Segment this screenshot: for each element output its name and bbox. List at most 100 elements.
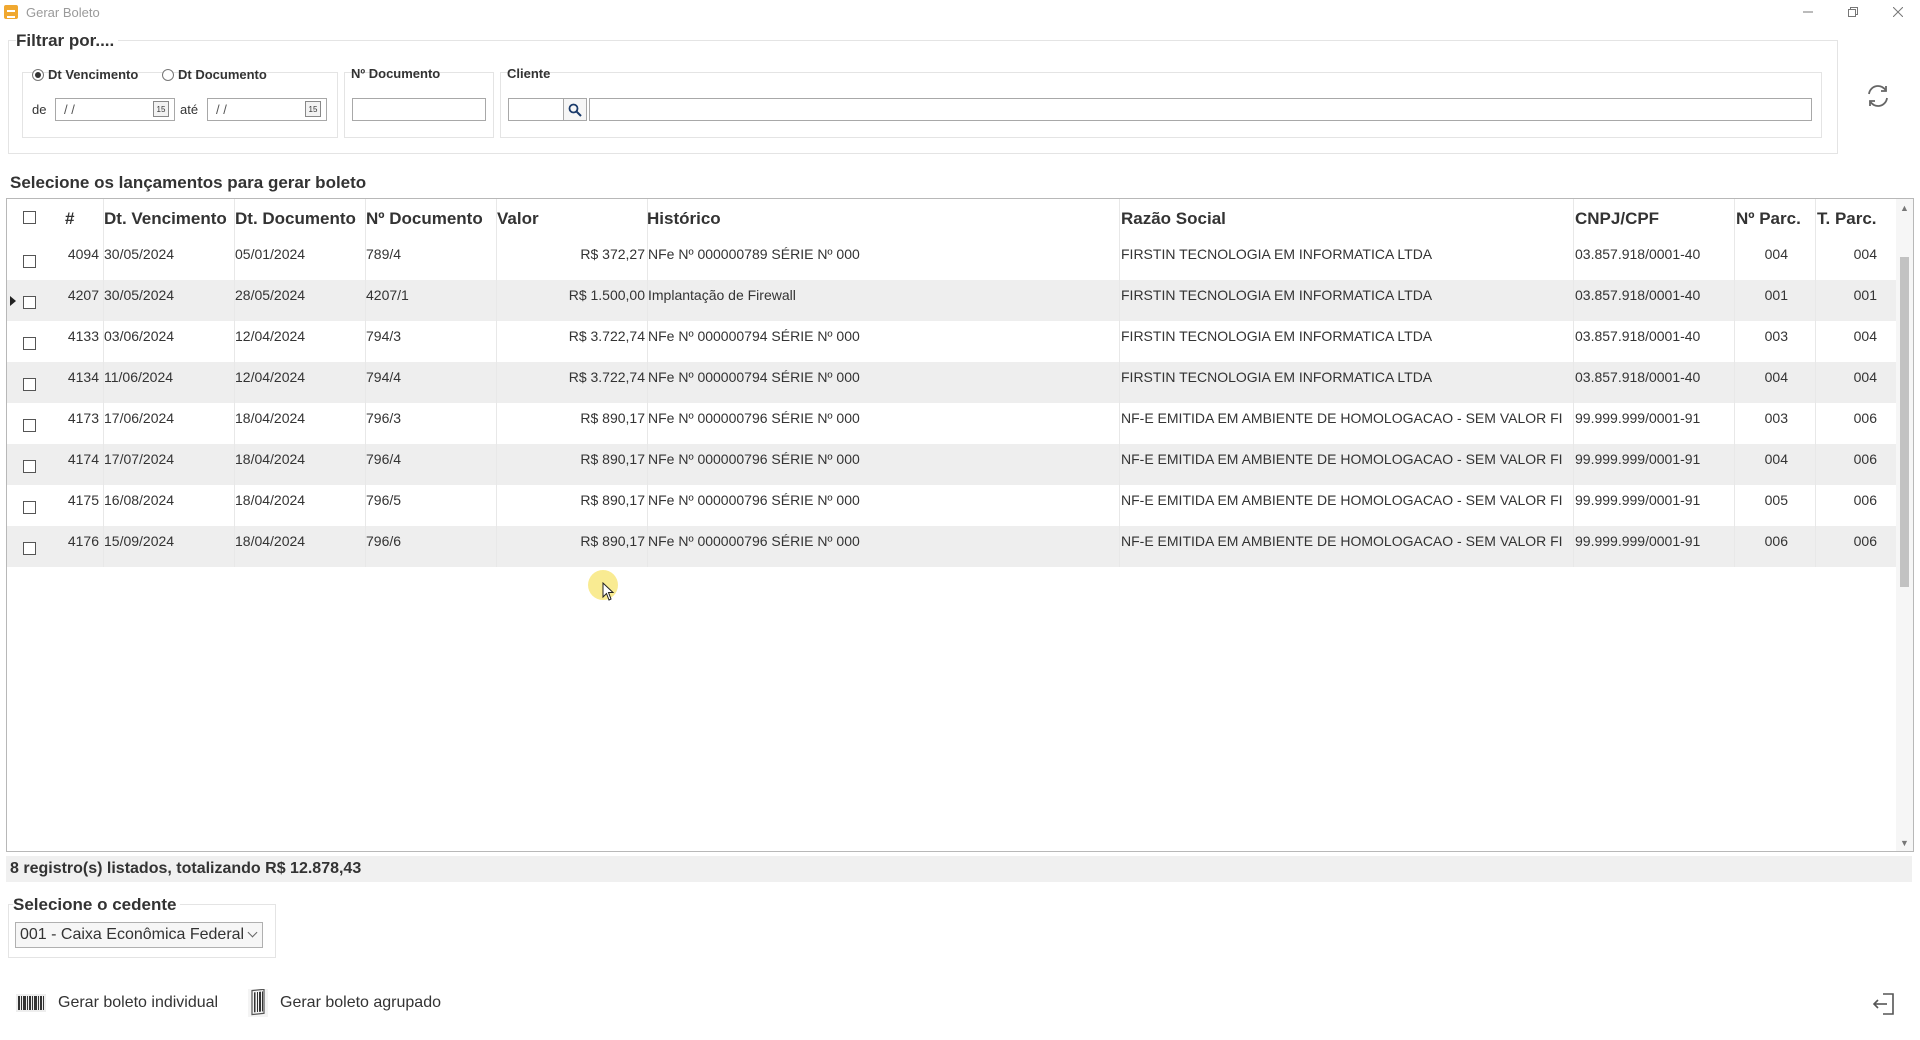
client-name-input[interactable]: [589, 98, 1812, 121]
cell-total-parcelas: 004: [1853, 246, 1877, 262]
cell-historico: NFe Nº 000000796 SÉRIE Nº 000: [648, 451, 860, 467]
cell-dt-documento: 18/04/2024: [235, 451, 306, 467]
cell-parcela: 001: [1764, 287, 1788, 303]
col-header-razao-social[interactable]: Razão Social: [1121, 199, 1576, 239]
scroll-up-icon[interactable]: ▲: [1896, 199, 1913, 216]
cell-doc-number: 4207/1: [366, 287, 409, 303]
col-header-valor[interactable]: Valor: [497, 199, 647, 239]
minimize-button[interactable]: [1785, 0, 1830, 24]
cell-dt-vencimento: 30/05/2024: [104, 287, 175, 303]
table-row[interactable]: 4094 30/05/2024 05/01/2024 789/4 R$ 372,27 NF…: [7, 239, 1897, 280]
cell-historico: NFe Nº 000000789 SÉRIE Nº 000: [648, 246, 860, 262]
cell-id: 4175: [67, 492, 99, 508]
minimize-icon: [1802, 11, 1813, 13]
cell-historico: NFe Nº 000000796 SÉRIE Nº 000: [648, 533, 860, 549]
cell-total-parcelas: 004: [1853, 369, 1877, 385]
exit-icon: [1872, 993, 1894, 1015]
cell-valor: R$ 3.722,74: [568, 369, 645, 385]
table-row[interactable]: 4173 17/06/2024 18/04/2024 796/3 R$ 890,17 NF…: [7, 403, 1897, 444]
row-checkbox[interactable]: [23, 255, 36, 268]
refresh-button[interactable]: [1862, 80, 1894, 112]
radio-dt-vencimento[interactable]: Dt Vencimento: [32, 67, 138, 82]
cell-parcela: 006: [1764, 533, 1788, 549]
cell-total-parcelas: 001: [1853, 287, 1877, 303]
cell-dt-vencimento: 17/07/2024: [104, 451, 175, 467]
column-separator: [365, 199, 366, 567]
row-checkbox[interactable]: [23, 460, 36, 473]
col-header-id[interactable]: #: [65, 199, 103, 239]
row-checkbox[interactable]: [23, 419, 36, 432]
close-button[interactable]: [1875, 0, 1920, 24]
cell-dt-documento: 18/04/2024: [235, 533, 306, 549]
client-label: Cliente: [507, 66, 551, 81]
restore-button[interactable]: [1830, 0, 1875, 24]
grid-title: Selecione os lançamentos para gerar bole…: [10, 173, 367, 192]
client-code-input[interactable]: [508, 98, 564, 121]
cell-doc-number: 789/4: [366, 246, 402, 262]
row-checkbox[interactable]: [23, 542, 36, 555]
cell-cnpj-cpf: 99.999.999/0001-91: [1575, 492, 1701, 508]
generate-grouped-label: Gerar boleto agrupado: [280, 994, 441, 1011]
generate-individual-button[interactable]: Gerar boleto individual: [16, 988, 218, 1018]
select-all-checkbox[interactable]: [23, 211, 36, 224]
cell-razao-social: NF-E EMITIDA EM AMBIENTE DE HOMOLOGACAO …: [1121, 492, 1563, 508]
cell-parcela: 004: [1764, 369, 1788, 385]
exit-button[interactable]: [1868, 988, 1900, 1020]
row-checkbox[interactable]: [23, 296, 36, 309]
radio-dt-documento[interactable]: Dt Documento: [162, 67, 267, 82]
table-row[interactable]: 4175 16/08/2024 18/04/2024 796/5 R$ 890,17 NF…: [7, 485, 1897, 526]
col-header-historico[interactable]: Histórico: [647, 199, 1117, 239]
radio-dot-selected: [32, 68, 44, 81]
column-separator: [647, 199, 648, 567]
restore-icon: [1847, 7, 1858, 17]
table-row[interactable]: 4176 15/09/2024 18/04/2024 796/6 R$ 890,17 NF…: [7, 526, 1897, 567]
generate-grouped-button[interactable]: Gerar boleto agrupado: [248, 988, 441, 1018]
cell-dt-vencimento: 11/06/2024: [104, 369, 174, 385]
cell-valor: R$ 890,17: [580, 451, 645, 467]
radio-label-dt-vencimento: Dt Vencimento: [48, 67, 139, 82]
col-header-parcela[interactable]: Nº Parc.: [1736, 199, 1816, 239]
calendar-icon[interactable]: 15: [305, 101, 321, 117]
calendar-icon[interactable]: 15: [153, 101, 169, 117]
row-checkbox[interactable]: [23, 337, 36, 350]
table-row[interactable]: 4133 03/06/2024 12/04/2024 794/3 R$ 3.722,74…: [7, 321, 1897, 362]
col-header-total-parcelas[interactable]: T. Parc.: [1817, 199, 1897, 239]
doc-number-input[interactable]: [352, 98, 486, 121]
col-header-cnpj-cpf[interactable]: CNPJ/CPF: [1575, 199, 1735, 239]
cell-id: 4094: [67, 246, 99, 262]
entries-grid[interactable]: # Dt. Vencimento Dt. Documento Nº Docume…: [6, 198, 1914, 852]
scroll-down-icon[interactable]: ▼: [1896, 834, 1913, 851]
search-icon: [568, 103, 582, 117]
cell-dt-documento: 18/04/2024: [235, 492, 306, 508]
scroll-thumb[interactable]: [1900, 257, 1909, 587]
cell-cnpj-cpf: 99.999.999/0001-91: [1575, 533, 1701, 549]
col-header-dt-vencimento[interactable]: Dt. Vencimento: [104, 199, 234, 239]
to-label: até: [180, 102, 199, 117]
close-icon: [1892, 7, 1903, 17]
col-header-dt-documento[interactable]: Dt. Documento: [235, 199, 365, 239]
table-row[interactable]: 4134 11/06/2024 12/04/2024 794/4 R$ 3.722,74…: [7, 362, 1897, 403]
cell-total-parcelas: 006: [1853, 451, 1877, 467]
cell-total-parcelas: 006: [1853, 410, 1877, 426]
refresh-icon: [1868, 85, 1888, 107]
col-header-doc-number[interactable]: Nº Documento: [366, 199, 500, 239]
cell-valor: R$ 890,17: [580, 533, 645, 549]
summary-bar: 8 registro(s) listados, totalizando R$ 1…: [6, 856, 1912, 882]
cell-total-parcelas: 006: [1853, 533, 1877, 549]
client-search-button[interactable]: [563, 98, 587, 121]
column-separator: [1734, 199, 1735, 567]
current-row-indicator-icon: [10, 296, 16, 306]
column-separator: [1573, 199, 1574, 567]
table-row[interactable]: 4174 17/07/2024 18/04/2024 796/4 R$ 890,17 NF…: [7, 444, 1897, 485]
column-separator: [1119, 199, 1120, 567]
vertical-scrollbar[interactable]: ▲ ▼: [1896, 199, 1913, 851]
cell-historico: NFe Nº 000000796 SÉRIE Nº 000: [648, 410, 860, 426]
chevron-down-icon: [247, 927, 258, 938]
cell-parcela: 003: [1764, 328, 1788, 344]
row-checkbox[interactable]: [23, 501, 36, 514]
cell-doc-number: 796/6: [366, 533, 402, 549]
table-row[interactable]: 4207 30/05/2024 28/05/2024 4207/1 R$ 1.500,0…: [7, 280, 1897, 321]
row-checkbox[interactable]: [23, 378, 36, 391]
cell-razao-social: NF-E EMITIDA EM AMBIENTE DE HOMOLOGACAO …: [1121, 533, 1563, 549]
cedente-select[interactable]: 001 - Caixa Econômica Federal: [15, 922, 263, 948]
